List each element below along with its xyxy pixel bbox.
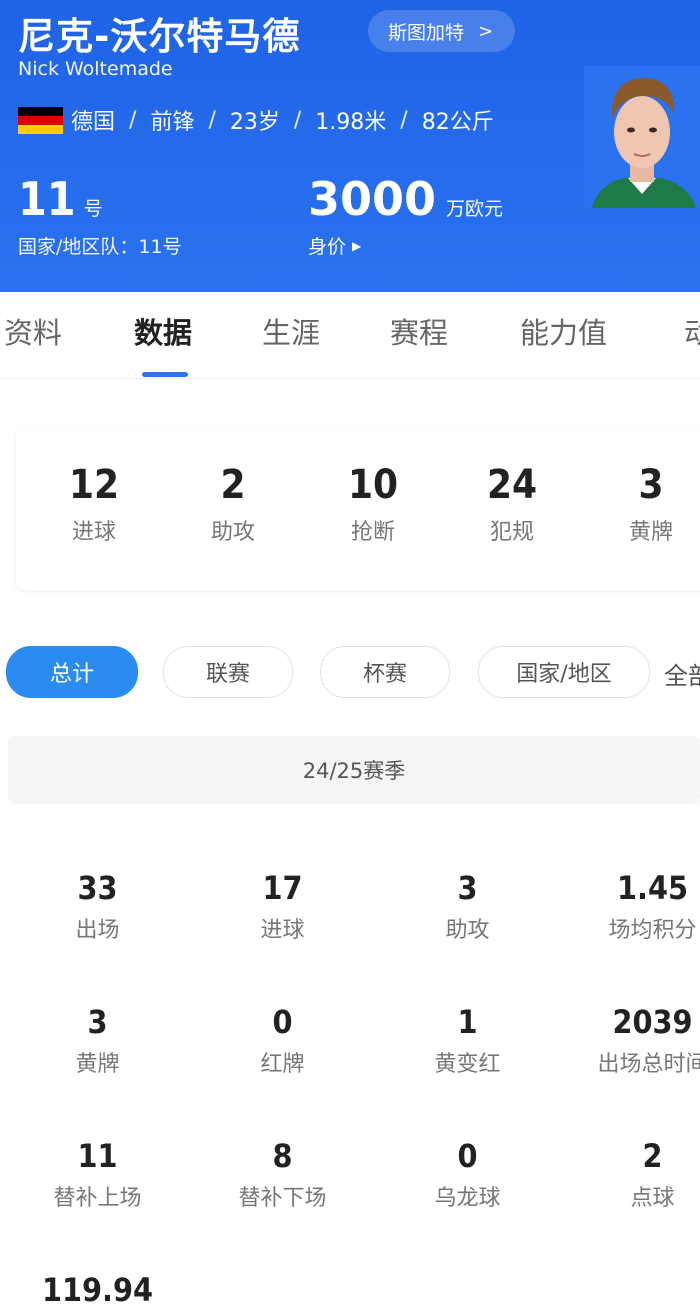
stat-goals: 17 进球 <box>190 868 375 944</box>
tab-stats[interactable]: 数据 <box>134 310 192 352</box>
stat-label: 出场 <box>75 918 120 943</box>
stat-points-per-game: 1.45 场均积分 <box>560 868 700 944</box>
stat-assists: 3 助攻 <box>375 868 560 944</box>
meta-separator: / <box>129 107 137 133</box>
player-age: 23岁 <box>229 110 280 135</box>
stat-label: 助攻 <box>445 918 490 943</box>
stat-value: 3 <box>87 1003 108 1041</box>
stat-value: 2 <box>642 1137 663 1175</box>
market-value: 3000 万欧元 <box>308 172 503 226</box>
player-name-en: Nick Woltemade <box>18 58 173 80</box>
tab-career[interactable]: 生涯 <box>262 310 320 352</box>
player-meta: 德国 / 前锋 / 23岁 / 1.98米 / 82公斤 <box>18 104 494 136</box>
summary-goals: 12 进球 <box>34 458 154 546</box>
market-value-label: 身价 <box>308 236 347 258</box>
stat-label: 黄牌 <box>75 1052 120 1077</box>
chevron-right-icon: > <box>478 20 494 42</box>
stat-label: 进球 <box>260 918 305 943</box>
player-avatar <box>584 66 700 208</box>
stat-value: 1 <box>457 1003 478 1041</box>
summary-tackles: 10 抢断 <box>313 458 433 546</box>
summary-label: 抢断 <box>350 520 395 545</box>
stat-sub-off: 8 替补下场 <box>190 1136 375 1212</box>
summary-value: 3 <box>638 462 664 508</box>
summary-assists: 2 助攻 <box>173 458 293 546</box>
stat-value: 0 <box>272 1003 293 1041</box>
filter-league[interactable]: 联赛 <box>163 646 293 698</box>
summary-label: 进球 <box>71 520 116 545</box>
summary-fouls: 24 犯规 <box>452 458 572 546</box>
stat-label: 出场总时间 <box>597 1052 700 1077</box>
stat-value: 1.45 <box>616 869 689 907</box>
player-height: 1.98米 <box>315 110 387 135</box>
stat-value: 11 <box>77 1137 118 1175</box>
season-label: 24/25赛季 <box>302 759 406 783</box>
stat-label: 乌龙球 <box>434 1186 501 1211</box>
stat-label: 点球 <box>630 1186 675 1211</box>
stat-penalties: 2 点球 <box>560 1136 700 1212</box>
stat-minutes-played: 2039 出场总时间 <box>560 1002 700 1078</box>
stat-yellow-cards: 3 黄牌 <box>5 1002 190 1078</box>
player-name-cn: 尼克-沃尔特马德 <box>18 15 301 58</box>
club-label: 斯图加特 <box>388 21 465 44</box>
stat-value: 17 <box>262 869 303 907</box>
summary-value: 24 <box>486 462 538 508</box>
stat-extra: 119.94 <box>5 1270 190 1310</box>
market-value-unit: 万欧元 <box>446 198 504 220</box>
stat-label: 红牌 <box>260 1052 305 1077</box>
player-weight: 82公斤 <box>421 110 494 135</box>
active-tab-indicator <box>142 372 188 377</box>
germany-flag-icon <box>18 106 63 134</box>
summary-label: 犯规 <box>489 520 534 545</box>
stat-label: 黄变红 <box>434 1052 501 1077</box>
meta-separator: / <box>400 107 408 133</box>
summary-label: 黄牌 <box>628 520 673 545</box>
summary-value: 2 <box>220 462 246 508</box>
stat-appearances: 33 出场 <box>5 868 190 944</box>
season-selector[interactable]: 24/25赛季 <box>8 736 700 804</box>
summary-card: 12 进球 2 助攻 10 抢断 24 犯规 3 黄牌 <box>16 428 700 590</box>
market-value-amount: 3000 <box>308 172 437 226</box>
player-header: 尼克-沃尔特马德 斯图加特 > Nick Woltemade 德国 / 前锋 /… <box>0 0 700 292</box>
stat-value: 0 <box>457 1137 478 1175</box>
stat-own-goals: 0 乌龙球 <box>375 1136 560 1212</box>
stat-sub-on: 11 替补上场 <box>5 1136 190 1212</box>
meta-separator: / <box>208 107 216 133</box>
filter-total[interactable]: 总计 <box>6 646 138 698</box>
stat-value: 2039 <box>612 1003 693 1041</box>
filter-all[interactable]: 全部 <box>664 656 700 691</box>
caret-right-icon: ▶ <box>352 238 362 253</box>
tab-profile[interactable]: 资料 <box>4 310 62 352</box>
national-team-number: 国家/地区队：11号 <box>18 236 182 258</box>
tab-ability[interactable]: 能力值 <box>520 310 607 352</box>
summary-value: 12 <box>68 462 120 508</box>
player-position: 前锋 <box>150 110 195 135</box>
shirt-number: 11 号 <box>18 172 103 226</box>
filter-national[interactable]: 国家/地区 <box>478 646 650 698</box>
meta-separator: / <box>293 107 302 133</box>
tab-bar: 资料 数据 生涯 赛程 能力值 动 <box>0 292 700 379</box>
stat-value: 8 <box>272 1137 293 1175</box>
filter-cup[interactable]: 杯赛 <box>320 646 450 698</box>
stat-label: 替补上场 <box>53 1186 142 1211</box>
stat-label: 替补下场 <box>238 1186 327 1211</box>
stat-value: 33 <box>77 869 118 907</box>
shirt-number-unit: 号 <box>83 198 103 220</box>
tab-more[interactable]: 动 <box>684 310 700 352</box>
stat-second-yellow: 1 黄变红 <box>375 1002 560 1078</box>
stat-value: 3 <box>457 869 478 907</box>
stat-value: 119.94 <box>41 1271 154 1309</box>
tab-schedule[interactable]: 赛程 <box>390 310 448 352</box>
player-country: 德国 <box>71 110 116 135</box>
shirt-number-value: 11 <box>18 172 76 226</box>
stat-red-cards: 0 红牌 <box>190 1002 375 1078</box>
market-value-link[interactable]: 身价 ▶ <box>308 232 361 259</box>
summary-yellow-cards: 3 黄牌 <box>591 458 700 546</box>
stat-label: 场均积分 <box>608 918 697 943</box>
summary-label: 助攻 <box>210 520 255 545</box>
club-button[interactable]: 斯图加特 > <box>368 10 516 52</box>
summary-value: 10 <box>347 462 399 508</box>
